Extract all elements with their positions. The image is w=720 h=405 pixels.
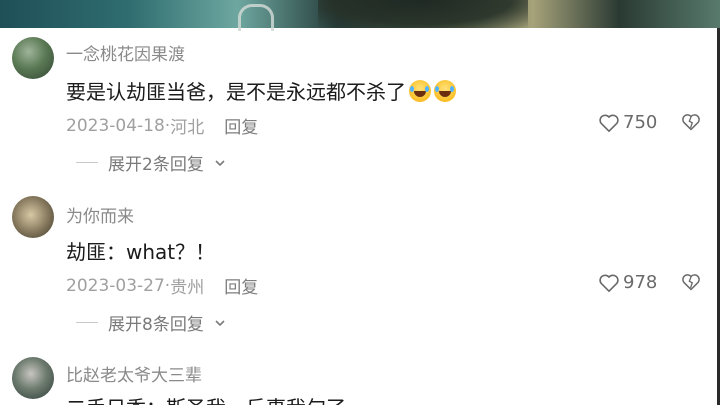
reply-button[interactable]: 回复 <box>224 113 258 138</box>
expand-replies-button[interactable]: 展开2条回复 <box>76 150 226 175</box>
expand-replies-label: 展开2条回复 <box>108 155 204 175</box>
comment-location: 河北 <box>170 118 205 138</box>
avatar[interactable] <box>12 37 54 79</box>
divider-dash <box>76 162 98 163</box>
comment-username[interactable]: 一念桃花因果渡 <box>66 40 185 65</box>
video-frame-shape <box>238 4 274 31</box>
expand-replies-label: 展开8条回复 <box>108 315 204 335</box>
chevron-down-icon <box>215 159 225 166</box>
comment-date: 2023-04-18 <box>66 115 165 136</box>
comment-username[interactable]: 比赵老太爷大三辈 <box>66 361 202 386</box>
like-count: 978 <box>623 272 658 293</box>
broken-heart-icon[interactable] <box>681 112 701 132</box>
like-button[interactable]: 750 <box>598 112 657 133</box>
comment-text-body: 要是认劫匪当爸，是不是永远都不杀了 <box>66 80 406 104</box>
comment-item: 为你而来 劫匪：what？！ 2023-03-27 · 贵州 回复 978 展开… <box>0 188 717 348</box>
comment-item: 比赵老太爷大三辈 二手日香：斯圣我，斤事我句了 <box>0 348 717 405</box>
reply-button[interactable]: 回复 <box>224 273 258 298</box>
comment-username[interactable]: 为你而来 <box>66 202 134 227</box>
comment-text-body: 二手日香：斯圣我，斤事我句了 <box>66 392 346 405</box>
comment-text: 二手日香：斯圣我，斤事我句了 <box>66 392 346 405</box>
comment-text: 要是认劫匪当爸，是不是永远都不杀了 <box>66 76 456 105</box>
comment-item: 一念桃花因果渡 要是认劫匪当爸，是不是永远都不杀了 2023-04-18 · 河… <box>0 28 717 188</box>
chevron-down-icon <box>215 319 225 326</box>
broken-heart-icon[interactable] <box>681 272 701 292</box>
comment-meta: 2023-04-18 · 河北 回复 <box>66 113 258 139</box>
like-count: 750 <box>623 112 658 133</box>
comment-text-body: 劫匪：what？！ <box>66 240 216 264</box>
divider-dash <box>76 322 98 323</box>
like-button[interactable]: 978 <box>598 272 657 293</box>
comment-meta: 2023-03-27 · 贵州 回复 <box>66 273 258 299</box>
video-frame-shadow <box>318 0 528 28</box>
laugh-cry-emoji-icon <box>434 79 456 102</box>
comment-date: 2023-03-27 <box>66 275 165 296</box>
video-preview-strip <box>0 0 720 31</box>
avatar[interactable] <box>12 196 54 238</box>
heart-icon <box>599 274 619 292</box>
laugh-cry-emoji-icon <box>409 79 431 102</box>
avatar[interactable] <box>12 357 54 399</box>
heart-icon <box>599 114 619 132</box>
expand-replies-button[interactable]: 展开8条回复 <box>76 310 226 335</box>
comment-location: 贵州 <box>170 278 205 298</box>
comment-text: 劫匪：what？！ <box>66 236 215 265</box>
